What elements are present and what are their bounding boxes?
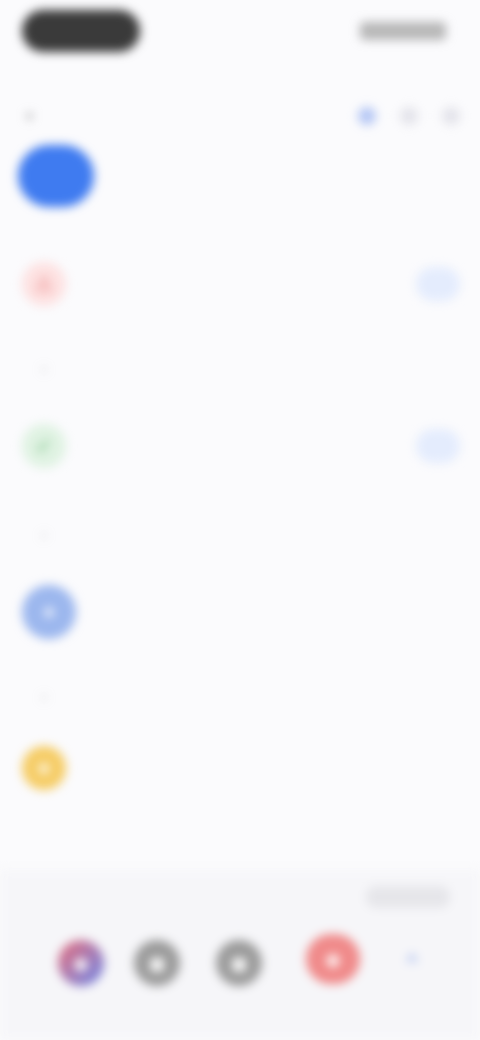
section-header-fourth[interactable]: › [34, 690, 46, 704]
title-row: ▾ [20, 96, 460, 136]
toolbar-icons: ◆ ◼ ◼ ◆ ^ [0, 934, 480, 1000]
check-icon: ✓ [22, 424, 66, 468]
status-indicators [360, 22, 446, 40]
chevron-right-icon: › [42, 362, 46, 376]
section-header-third[interactable]: › [34, 528, 46, 542]
chevron-down-icon[interactable]: ▾ [26, 108, 33, 125]
chevron-right-icon: › [42, 690, 46, 704]
list-item-action-button[interactable] [416, 267, 460, 301]
toolbar-label-4[interactable] [366, 886, 450, 908]
avatar-icon: ● [22, 585, 76, 639]
list-item-fourth[interactable]: ★ [22, 732, 460, 804]
app-icon-3[interactable]: ◼ [216, 940, 262, 986]
bottom-toolbar: ◆ ◼ ◼ ◆ ^ [0, 870, 480, 1040]
alert-icon: ⚠ [22, 262, 66, 306]
list-item-third[interactable]: ● [22, 576, 460, 648]
search-icon[interactable] [400, 107, 418, 125]
status-bar [0, 0, 480, 70]
star-icon: ★ [22, 746, 66, 790]
list-item-action-button[interactable] [416, 429, 460, 463]
status-time-pill [22, 10, 140, 52]
chevron-right-icon: › [42, 528, 46, 542]
tab-1[interactable] [18, 145, 94, 207]
tab-bar [18, 140, 480, 212]
list-item-first[interactable]: ⚠ [22, 248, 460, 320]
app-icon-1[interactable]: ◆ [58, 940, 104, 986]
section-header-second[interactable]: › [34, 362, 46, 376]
list-item-second[interactable]: ✓ [22, 410, 460, 482]
app-icon-4[interactable]: ◆ [306, 934, 360, 984]
header-actions [358, 107, 460, 125]
plus-icon[interactable] [358, 107, 376, 125]
more-icon[interactable] [442, 107, 460, 125]
app-icon-2[interactable]: ◼ [134, 940, 180, 986]
chevron-up-icon[interactable]: ^ [392, 940, 432, 986]
toolbar-labels [0, 886, 480, 910]
